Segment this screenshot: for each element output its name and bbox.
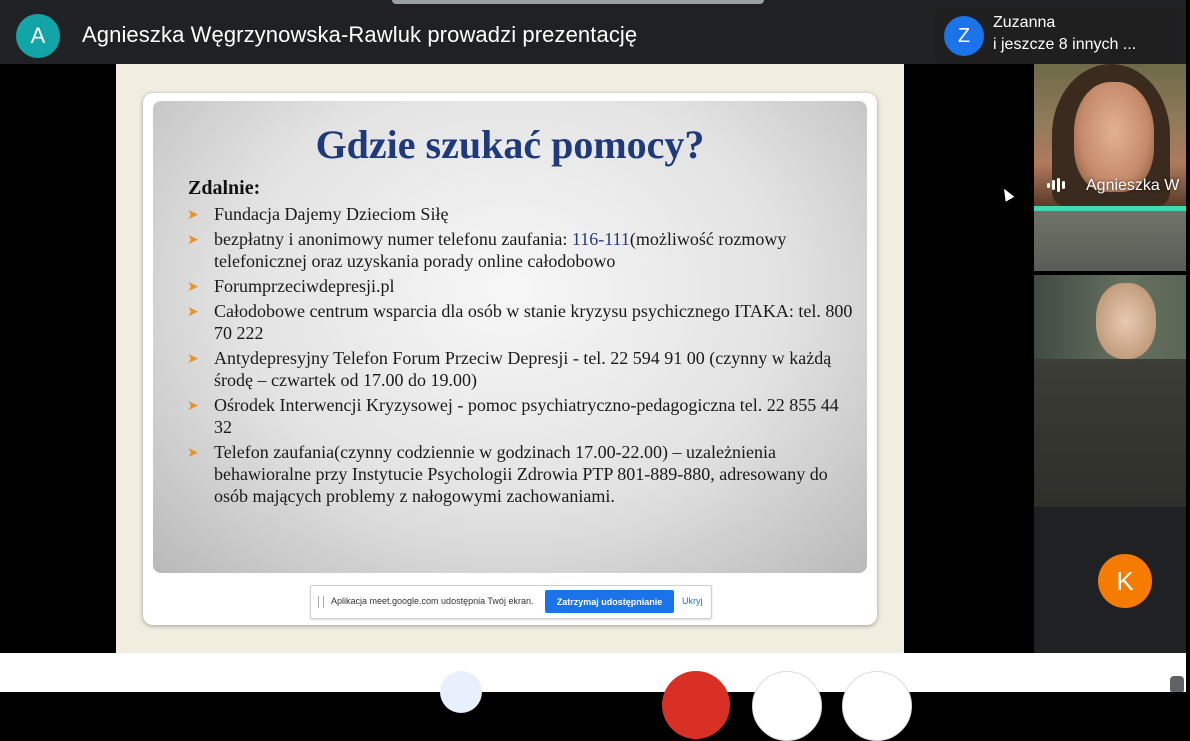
slide-bullet-list: ➤ Fundacja Dajemy Dzieciom Siłę ➤ bezpłatn… [187, 203, 857, 510]
top-notch [392, 0, 764, 4]
slide-bullet: ➤ Telefon zaufania(czynny codziennie w go… [187, 441, 857, 507]
mouse-cursor-icon [999, 186, 1015, 202]
window-edge [1186, 0, 1190, 692]
raise-hand-icon[interactable] [1170, 676, 1184, 692]
slide-bullet: ➤ Całodobowe centrum wsparcia dla osób w … [187, 300, 857, 344]
drag-handle-icon[interactable] [318, 596, 324, 608]
participant-tile[interactable] [1034, 359, 1186, 507]
slide-title: Gdzie szukać pomocy? [315, 122, 705, 167]
end-call-button[interactable] [662, 671, 730, 739]
slide-bullet: ➤ Forumprzeciwdepresji.pl [187, 275, 857, 297]
stop-sharing-button[interactable]: Zatrzymaj udostępnianie [545, 590, 674, 613]
participant-tile[interactable] [1034, 211, 1186, 271]
bullet-text: Całodobowe centrum wsparcia dla osób w s… [214, 301, 853, 343]
helpline-number: 116-111 [571, 229, 630, 249]
camera-button[interactable] [842, 671, 912, 741]
microphone-button[interactable] [752, 671, 822, 741]
participant-avatar-k[interactable]: K [1098, 554, 1152, 608]
participant-avatar-z[interactable]: Z [944, 16, 984, 56]
participant-face [1074, 82, 1154, 192]
presenter-avatar: A [16, 14, 60, 58]
arrow-bullet-icon: ➤ [187, 446, 199, 461]
arrow-bullet-icon: ➤ [187, 305, 199, 320]
presenter-title: Agnieszka Węgrzynowska-Rawluk prowadzi p… [82, 22, 638, 47]
hide-notice-link[interactable]: Ukryj [682, 596, 703, 606]
share-notice-text: Aplikacja meet.google.com udostępnia Twó… [331, 596, 534, 606]
arrow-bullet-icon: ➤ [187, 208, 199, 223]
participants-more[interactable]: i jeszcze 8 innych ... [993, 36, 1136, 54]
bullet-text: Forumprzeciwdepresji.pl [214, 276, 395, 296]
slide: Gdzie szukać pomocy? Zdalnie: ➤ Fundacja … [153, 101, 867, 573]
participant-face [1096, 283, 1156, 359]
present-screen-button[interactable] [440, 671, 482, 713]
arrow-bullet-icon: ➤ [187, 399, 199, 414]
arrow-bullet-icon: ➤ [187, 352, 199, 367]
bullet-text: Fundacja Dajemy Dzieciom Siłę [214, 204, 449, 224]
slide-bullet: ➤ Fundacja Dajemy Dzieciom Siłę [187, 203, 857, 225]
slide-subtitle: Zdalnie: [188, 177, 261, 199]
participants-name[interactable]: Zuzanna [993, 14, 1055, 32]
bullet-text: Antydepresyjny Telefon Forum Przeciw Dep… [214, 348, 832, 390]
participant-name-label: Agnieszka W [1086, 177, 1180, 194]
bullet-text: Telefon zaufania(czynny codziennie w god… [214, 442, 828, 506]
bullet-text: Ośrodek Interwencji Kryzysowej - pomoc p… [214, 395, 839, 437]
screen-share-notice: Aplikacja meet.google.com udostępnia Twó… [310, 585, 712, 619]
slide-bullet: ➤ bezpłatny i anonimowy numer telefonu za… [187, 228, 857, 272]
slide-bullet: ➤ Antydepresyjny Telefon Forum Przeciw De… [187, 347, 857, 391]
arrow-bullet-icon: ➤ [187, 233, 199, 248]
slide-bullet: ➤ Ośrodek Interwencji Kryzysowej - pomoc … [187, 394, 857, 438]
participant-tile[interactable] [1034, 275, 1186, 359]
arrow-bullet-icon: ➤ [187, 280, 199, 295]
bottom-control-bar [0, 653, 1190, 692]
bullet-text: bezpłatny i anonimowy numer telefonu zau… [214, 229, 572, 249]
speaking-indicator-icon [1047, 178, 1065, 192]
